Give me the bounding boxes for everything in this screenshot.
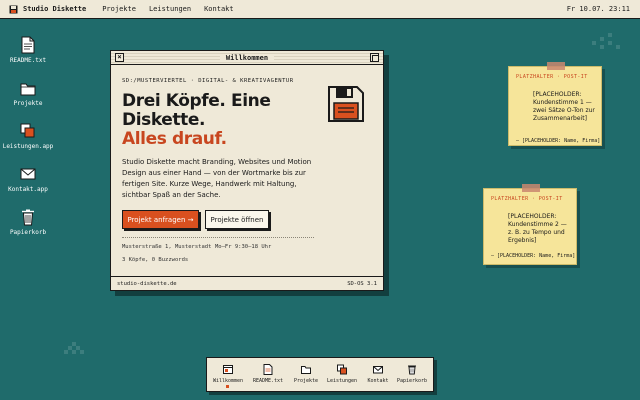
menu-bar: Studio Diskette Projekte Leistungen Kont… <box>0 0 640 19</box>
menu-projekte[interactable]: Projekte <box>102 5 136 13</box>
folder-icon <box>301 366 311 374</box>
floppy-disk-icon <box>328 86 364 122</box>
stacked-windows-icon <box>337 364 347 375</box>
desktop-icon-projekte[interactable]: Projekte <box>0 79 56 107</box>
dock-label: Projekte <box>293 378 319 384</box>
note-quote: [PLACEHOLDER: Kundenstimme 1 — zwei Sätz… <box>533 91 595 122</box>
note-tag: PLATZHALTER · POST-IT <box>491 196 563 202</box>
note-author: — [PLACEHOLDER: Name, Firma] <box>491 253 576 259</box>
window-description: Studio Diskette macht Branding, Websites… <box>122 158 312 199</box>
note-tag: PLATZHALTER · POST-IT <box>516 74 588 80</box>
sticky-note-1[interactable]: PLATZHALTER · POST-IT [PLACEHOLDER: Kund… <box>508 62 602 146</box>
dock-active-indicator <box>226 385 229 388</box>
address-text: Musterstraße 1, Musterstadt <box>122 244 212 250</box>
dock-item-papierkorb[interactable]: Papierkorb <box>395 364 429 384</box>
window-statusbar: studio-diskette.de SD-OS 3.1 <box>111 276 383 290</box>
team-text: 3 Köpfe, 0 Buzzwords <box>122 257 189 263</box>
request-project-button[interactable]: Projekt anfragen → <box>122 210 199 229</box>
dock-label: Kontakt <box>367 378 389 384</box>
dock-label: Leistungen <box>326 378 358 384</box>
document-icon <box>263 364 273 375</box>
brand-name[interactable]: Studio Diskette <box>23 5 86 13</box>
note-author: — [PLACEHOLDER: Name, Firma] <box>516 138 601 144</box>
window-icon <box>223 365 233 374</box>
window-titlebar[interactable]: × Willkommen <box>111 51 383 65</box>
headline-accent: Alles drauf. <box>122 129 227 149</box>
dock: Willkommen README.txt Projekte Leistunge… <box>206 357 434 392</box>
window-divider <box>122 237 314 238</box>
note-tape <box>547 62 565 70</box>
dock-item-leistungen[interactable]: Leistungen <box>325 364 359 384</box>
maximize-icon[interactable] <box>370 53 379 62</box>
folder-icon <box>20 83 36 96</box>
studio-logo-icon[interactable] <box>9 5 18 14</box>
trash-icon <box>22 209 34 226</box>
menu-leistungen[interactable]: Leistungen <box>149 5 191 13</box>
dock-label: Papierkorb <box>396 378 428 384</box>
menubar-clock: Fr 10.07. 23:11 <box>566 5 630 13</box>
document-icon <box>21 36 35 54</box>
note-tape <box>522 184 540 192</box>
headline: Drei Köpfe. Eine Diskette. Alles drauf. <box>122 92 322 149</box>
dock-item-projekte[interactable]: Projekte <box>289 364 323 384</box>
status-website: studio-diskette.de <box>117 280 177 287</box>
dock-item-readme[interactable]: README.txt <box>251 364 285 384</box>
envelope-icon <box>373 366 383 374</box>
menu-kontakt[interactable]: Kontakt <box>204 5 234 13</box>
opening-hours-text: Mo–Fr 9:30–18 Uhr <box>215 244 272 250</box>
dock-label: README.txt <box>252 378 284 384</box>
note-quote: [PLACEHOLDER: Kundenstimme 2 — z. B. zu … <box>508 213 567 244</box>
close-icon[interactable]: × <box>115 53 124 62</box>
sticky-note-2[interactable]: PLATZHALTER · POST-IT [PLACEHOLDER: Kund… <box>483 184 577 265</box>
window-kicker: SD:/MUSTERVIERTEL · DIGITAL- & KREATIVAG… <box>122 78 294 84</box>
desktop-icon-label: Leistungen.app <box>2 143 54 150</box>
desktop-icon-label: README.txt <box>9 57 47 64</box>
dock-item-willkommen[interactable]: Willkommen <box>211 364 245 384</box>
desktop-icon-label: Papierkorb <box>9 229 47 236</box>
window-title: Willkommen <box>219 53 275 62</box>
desktop-icon-label: Kontakt.app <box>8 186 48 193</box>
trash-icon <box>408 365 416 375</box>
dock-label: Willkommen <box>212 378 244 384</box>
envelope-icon <box>20 168 36 180</box>
desktop-icon-kontakt[interactable]: Kontakt.app <box>0 165 56 193</box>
headline-line-2: Diskette. <box>122 110 206 130</box>
dock-item-kontakt[interactable]: Kontakt <box>361 364 395 384</box>
headline-line-1: Drei Köpfe. Eine <box>122 91 271 111</box>
welcome-window: × Willkommen SD:/MUSTERVIERTEL · DIGITAL… <box>110 50 384 291</box>
desktop-icon-readme[interactable]: README.txt <box>0 36 56 64</box>
desktop-icon-papierkorb[interactable]: Papierkorb <box>0 208 56 236</box>
open-projects-button[interactable]: Projekte öffnen <box>205 210 269 229</box>
status-os-version: SD-OS 3.1 <box>347 280 377 287</box>
desktop-icon-leistungen[interactable]: Leistungen.app <box>0 122 56 150</box>
desktop-icon-label: Projekte <box>13 100 43 107</box>
stacked-windows-icon <box>20 123 35 138</box>
